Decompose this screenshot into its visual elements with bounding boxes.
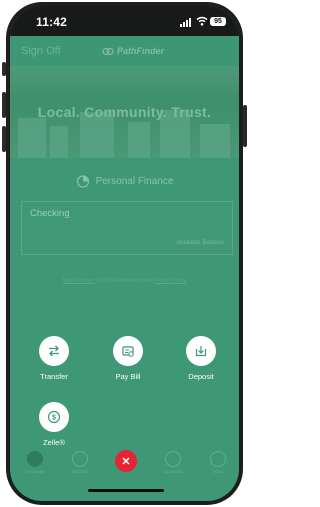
top-bar: Sign Off PathFinder — [10, 36, 239, 66]
pay-bill-label: Pay Bill — [115, 372, 141, 381]
transfer-button[interactable] — [39, 336, 69, 366]
wifi-icon — [196, 16, 208, 26]
zelle-icon: $ — [47, 410, 61, 424]
pathfinder-logo-icon — [102, 47, 114, 55]
signal-icon — [180, 18, 191, 27]
deposit-icon — [195, 346, 207, 357]
tab-locations-label: Locations — [163, 469, 183, 474]
clock-icon — [72, 451, 88, 467]
tab-accounts-label: Accounts — [25, 469, 45, 474]
status-time: 11:42 — [36, 15, 68, 29]
deposit-button[interactable] — [186, 336, 216, 366]
account-name: Checking — [30, 208, 70, 219]
section-title: Personal Finance — [95, 175, 174, 187]
hero-banner: Local. Community. Trust. — [10, 66, 239, 158]
screen: 11:42 95 Sign Off PathFinder Local. Comm… — [10, 6, 239, 501]
brand-logo: PathFinder — [102, 46, 164, 56]
transfer-label: Transfer — [40, 372, 68, 381]
tab-more[interactable]: More — [198, 451, 238, 474]
zelle-action[interactable]: $ Zelle® — [24, 402, 84, 447]
battery-indicator: 95 — [210, 17, 226, 26]
pie-chart-icon — [76, 175, 89, 188]
copyright-text: © 2023 PathFinder Bank | — [96, 278, 154, 284]
accounts-icon — [27, 451, 43, 467]
deposit-action[interactable]: Deposit — [171, 336, 231, 381]
pay-bill-icon — [122, 346, 134, 357]
footer-links: Mobile Privacy © 2023 PathFinder Bank | … — [10, 278, 239, 284]
hero-tagline: Local. Community. Trust. — [37, 104, 212, 120]
mobile-privacy-link[interactable]: Mobile Privacy — [63, 278, 96, 284]
sign-off-link[interactable]: Sign Off — [21, 45, 61, 57]
transfer-icon — [49, 345, 59, 357]
deposit-label: Deposit — [188, 372, 214, 381]
transfer-action[interactable]: Transfer — [24, 336, 84, 381]
personal-finance-header: Personal Finance — [10, 174, 239, 188]
tab-more-label: More — [212, 469, 224, 474]
phone: 11:42 95 Sign Off PathFinder Local. Comm… — [0, 0, 249, 507]
available-balance-label: Available Balance — [176, 240, 224, 246]
menu-icon — [210, 451, 226, 467]
power-button — [243, 105, 247, 147]
brand-name: PathFinder — [117, 46, 165, 56]
tab-accounts[interactable]: Accounts — [15, 451, 55, 474]
svg-text:$: $ — [52, 415, 56, 422]
zelle-label: Zelle® — [43, 438, 65, 447]
tab-deposit[interactable]: Deposit — [60, 451, 100, 474]
close-icon — [122, 457, 130, 465]
pay-bill-action[interactable]: Pay Bill — [98, 336, 158, 381]
tab-locations[interactable]: Locations — [153, 451, 193, 474]
zelle-button[interactable]: $ — [39, 402, 69, 432]
tab-deposit-label: Deposit — [72, 469, 88, 474]
location-pin-icon — [165, 451, 181, 467]
home-indicator — [88, 489, 164, 492]
close-menu-button[interactable] — [115, 450, 137, 472]
pay-bill-button[interactable] — [113, 336, 143, 366]
status-bar: 11:42 95 — [10, 6, 239, 36]
privacy-policy-link[interactable]: Privacy Policy — [155, 278, 186, 284]
checking-account-card[interactable]: Checking Available Balance — [21, 201, 233, 255]
